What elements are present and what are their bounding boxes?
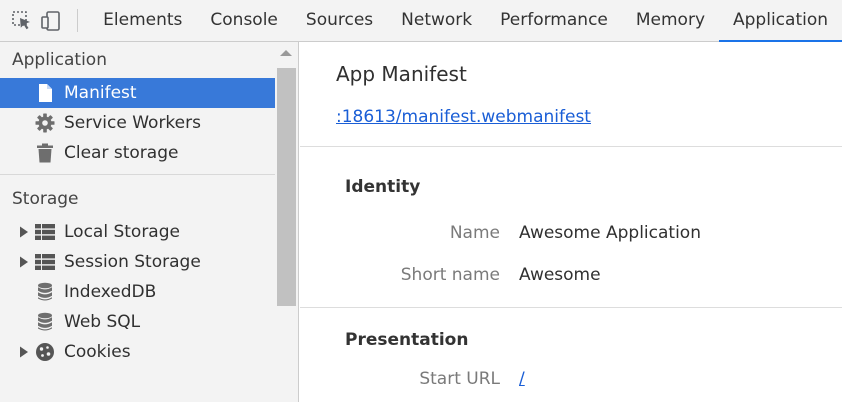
section-title-storage: Storage bbox=[12, 189, 79, 209]
sidebar-item-label: Web SQL bbox=[64, 312, 141, 332]
start-url-link[interactable]: / bbox=[519, 369, 525, 389]
tab-memory[interactable]: Memory bbox=[622, 0, 719, 41]
manifest-url-link[interactable]: :18613/manifest.webmanifest bbox=[336, 107, 591, 127]
inspect-element-icon[interactable] bbox=[8, 0, 37, 41]
tab-performance[interactable]: Performance bbox=[486, 0, 622, 41]
section-divider bbox=[300, 146, 842, 147]
expand-arrow-icon[interactable] bbox=[19, 226, 33, 238]
tab-elements[interactable]: Elements bbox=[89, 0, 196, 41]
sidebar-item-web-sql[interactable]: Web SQL bbox=[0, 307, 275, 337]
manifest-panel: App Manifest :18613/manifest.webmanifest… bbox=[300, 42, 842, 402]
application-sidebar: Application Manifest Service Workers Cle… bbox=[0, 42, 299, 402]
identity-section-title: Identity bbox=[345, 177, 421, 197]
section-divider bbox=[300, 307, 842, 308]
start-url-label: Start URL bbox=[419, 369, 500, 389]
database-icon bbox=[34, 311, 56, 333]
tab-application[interactable]: Application bbox=[719, 0, 842, 42]
sidebar-item-cookies[interactable]: Cookies bbox=[0, 337, 275, 367]
presentation-section-title: Presentation bbox=[345, 330, 469, 350]
expand-arrow-icon[interactable] bbox=[19, 346, 33, 358]
scroll-up-arrow-icon[interactable] bbox=[280, 50, 292, 56]
tab-network[interactable]: Network bbox=[387, 0, 486, 41]
sidebar-item-session-storage[interactable]: Session Storage bbox=[0, 247, 275, 277]
sidebar-scrollbar[interactable] bbox=[275, 42, 298, 402]
name-label: Name bbox=[449, 223, 500, 243]
devtools-window: Elements Console Sources Network Perform… bbox=[0, 0, 842, 402]
sidebar-item-indexeddb[interactable]: IndexedDB bbox=[0, 277, 275, 307]
section-title-application: Application bbox=[12, 50, 107, 70]
sidebar-item-label: Manifest bbox=[64, 83, 137, 103]
trash-icon bbox=[34, 142, 56, 164]
name-value: Awesome Application bbox=[519, 223, 701, 243]
sidebar-item-label: Cookies bbox=[64, 342, 131, 362]
cookie-icon bbox=[34, 341, 56, 363]
tab-sources[interactable]: Sources bbox=[292, 0, 387, 41]
sidebar-item-clear-storage[interactable]: Clear storage bbox=[0, 138, 275, 168]
sidebar-item-label: Session Storage bbox=[64, 252, 201, 272]
sidebar-item-label: Service Workers bbox=[64, 113, 201, 133]
expand-arrow-icon[interactable] bbox=[19, 256, 33, 268]
document-icon bbox=[34, 82, 56, 104]
short-name-value: Awesome bbox=[519, 265, 601, 285]
tab-console[interactable]: Console bbox=[196, 0, 292, 41]
sidebar-item-local-storage[interactable]: Local Storage bbox=[0, 217, 275, 247]
sidebar-item-manifest[interactable]: Manifest bbox=[0, 78, 275, 108]
sidebar-item-label: Clear storage bbox=[64, 143, 179, 163]
device-toggle-icon[interactable] bbox=[37, 0, 66, 41]
toolbar-separator bbox=[77, 9, 79, 32]
short-name-label: Short name bbox=[400, 265, 500, 285]
sidebar-divider bbox=[0, 174, 275, 175]
sidebar-item-label: Local Storage bbox=[64, 222, 180, 242]
database-icon bbox=[34, 281, 56, 303]
grid-icon bbox=[34, 251, 56, 273]
grid-icon bbox=[34, 221, 56, 243]
sidebar-item-service-workers[interactable]: Service Workers bbox=[0, 108, 275, 138]
devtools-toolbar: Elements Console Sources Network Perform… bbox=[0, 0, 842, 42]
scroll-thumb[interactable] bbox=[277, 68, 296, 306]
page-title: App Manifest bbox=[336, 62, 467, 86]
gear-icon bbox=[34, 112, 56, 134]
sidebar-item-label: IndexedDB bbox=[64, 282, 157, 302]
